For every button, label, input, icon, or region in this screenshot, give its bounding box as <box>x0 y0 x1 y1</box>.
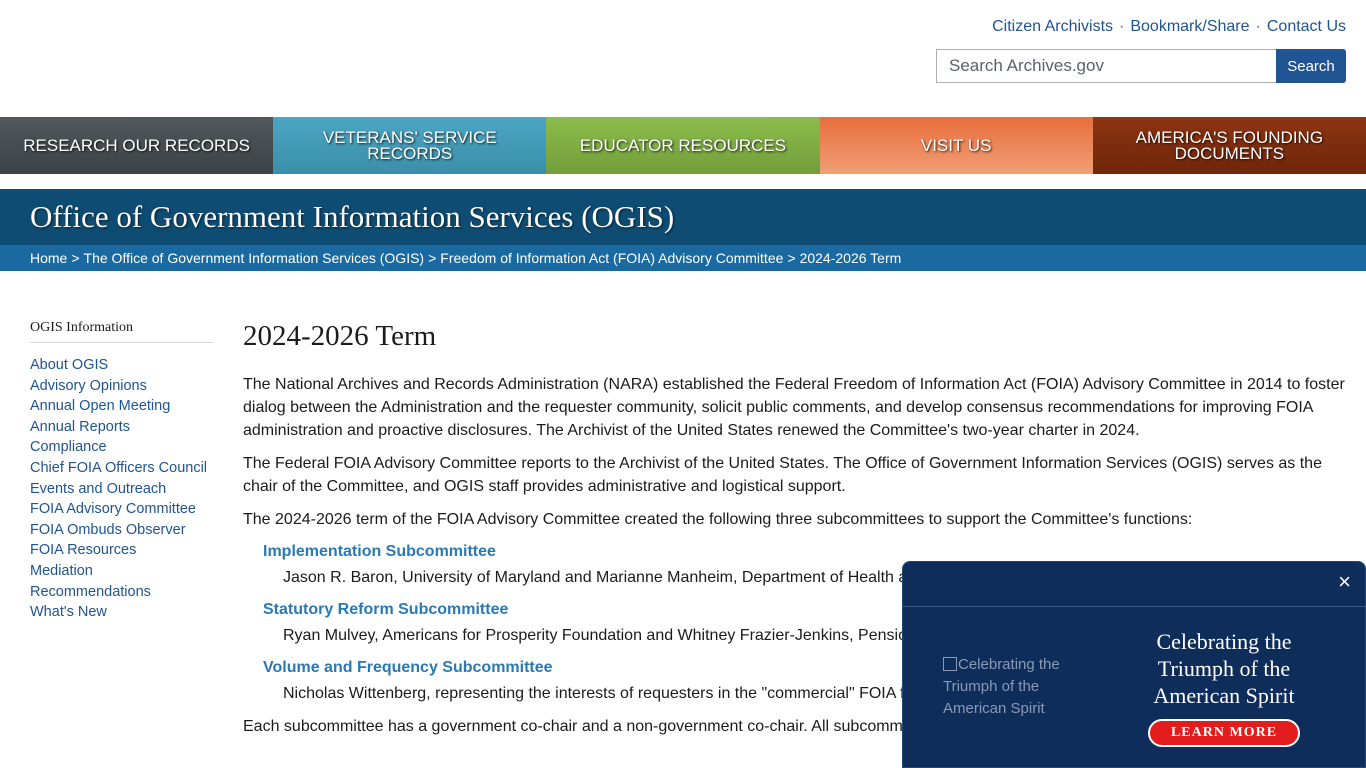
reporting-paragraph: The Federal FOIA Advisory Committee repo… <box>243 455 1322 495</box>
sidebar-item-whats-new[interactable]: What's New <box>30 604 107 620</box>
search-input[interactable] <box>936 49 1276 83</box>
sidebar-item-advisory-opinions[interactable]: Advisory Opinions <box>30 378 147 394</box>
subcommittees-intro: The 2024-2026 term of the FOIA Advisory … <box>243 511 1193 528</box>
utility-separator: · <box>1255 18 1261 35</box>
utility-links: Citizen Archivists · Bookmark/Share · Co… <box>992 18 1346 36</box>
nav-founding-documents[interactable]: AMERICA'S FOUNDING DOCUMENTS <box>1092 117 1366 174</box>
popup-image-alt: Celebrating the Triumph of the American … <box>943 656 1060 717</box>
learn-more-button[interactable]: LEARN MORE <box>1148 719 1300 747</box>
popup-image: Celebrating the Triumph of the American … <box>943 654 1093 720</box>
breadcrumb: Home > The Office of Government Informatio… <box>0 245 1366 271</box>
citizen-archivists-link[interactable]: Citizen Archivists <box>992 18 1113 36</box>
sidebar-item-events-and-outreach[interactable]: Events and Outreach <box>30 481 166 497</box>
popup-title: Celebrating the Triumph of the American … <box>1153 629 1295 708</box>
nav-educator-resources[interactable]: EDUCATOR RESOURCES <box>546 117 820 174</box>
section-title-band: Office of Government Information Service… <box>0 189 1366 245</box>
nav-veterans-service-records[interactable]: VETERANS' SERVICE RECORDS <box>273 117 547 174</box>
sidebar: OGIS Information About OGIS Advisory Opi… <box>30 320 213 623</box>
sidebar-item-recommendations[interactable]: Recommendations <box>30 584 151 600</box>
breadcrumb-separator: > <box>71 250 80 266</box>
broken-image-icon <box>943 657 957 671</box>
site-search: Search <box>936 49 1346 83</box>
sidebar-item-chief-foia-officers-council[interactable]: Chief FOIA Officers Council <box>30 460 207 476</box>
sidebar-item-foia-advisory-committee[interactable]: FOIA Advisory Committee <box>30 501 196 517</box>
sidebar-heading: OGIS Information <box>30 320 213 343</box>
breadcrumb-ogis[interactable]: The Office of Government Information Ser… <box>84 250 425 266</box>
main-nav: RESEARCH OUR RECORDS VETERANS' SERVICE R… <box>0 117 1366 174</box>
subcommittee-title: Implementation Subcommittee <box>263 543 496 560</box>
breadcrumb-current: 2024-2026 Term <box>799 250 902 266</box>
sidebar-item-annual-open-meeting[interactable]: Annual Open Meeting <box>30 398 170 414</box>
contact-us-link[interactable]: Contact Us <box>1267 18 1346 36</box>
bookmark-share-link[interactable]: Bookmark/Share <box>1130 18 1249 36</box>
sidebar-item-compliance[interactable]: Compliance <box>30 439 107 455</box>
page-title: 2024-2026 Term <box>243 320 437 352</box>
breadcrumb-foia-committee[interactable]: Freedom of Information Act (FOIA) Adviso… <box>440 250 783 266</box>
breadcrumb-separator: > <box>428 250 437 266</box>
popup-divider <box>903 606 1365 607</box>
sidebar-item-foia-resources[interactable]: FOIA Resources <box>30 542 136 558</box>
utility-separator: · <box>1119 18 1125 35</box>
sidebar-item-mediation[interactable]: Mediation <box>30 563 93 579</box>
promo-popup: × Celebrating the Triumph of the America… <box>902 561 1366 768</box>
search-button[interactable]: Search <box>1276 49 1346 83</box>
breadcrumb-home[interactable]: Home <box>30 250 67 266</box>
sidebar-list: About OGIS Advisory Opinions Annual Open… <box>30 355 213 623</box>
sidebar-item-about-ogis[interactable]: About OGIS <box>30 357 108 373</box>
nav-research-our-records[interactable]: RESEARCH OUR RECORDS <box>0 117 274 174</box>
nav-visit-us[interactable]: VISIT US <box>819 117 1093 174</box>
breadcrumb-separator: > <box>787 250 796 266</box>
close-icon[interactable]: × <box>1338 571 1351 593</box>
sidebar-item-foia-ombuds-observer[interactable]: FOIA Ombuds Observer <box>30 522 186 538</box>
intro-paragraph: The National Archives and Records Admini… <box>243 376 1345 439</box>
section-title: Office of Government Information Service… <box>30 199 675 234</box>
sidebar-item-annual-reports[interactable]: Annual Reports <box>30 419 130 435</box>
